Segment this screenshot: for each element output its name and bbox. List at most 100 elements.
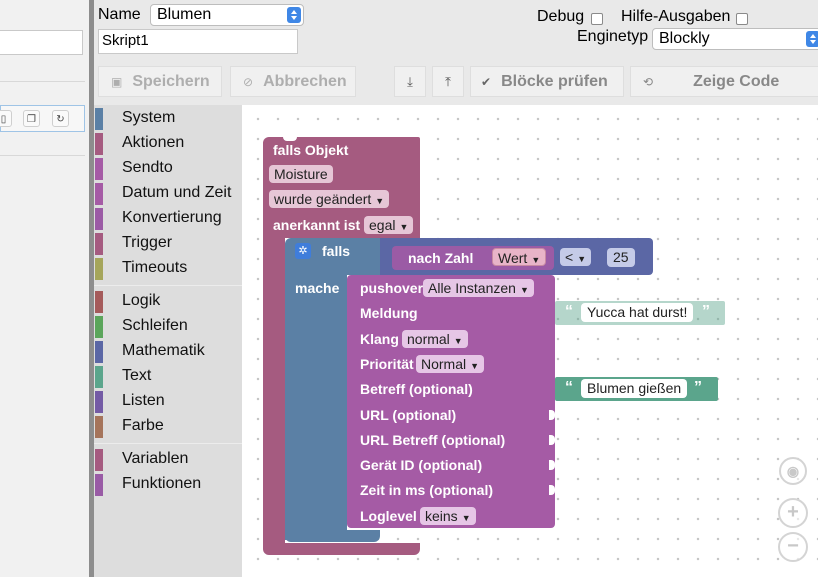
- name-label: Name: [98, 6, 141, 23]
- zoom-in-icon[interactable]: +: [778, 498, 808, 528]
- export-button[interactable]: ⤓: [394, 66, 426, 97]
- select-arrow-icon: [806, 31, 818, 47]
- category-color: [95, 208, 103, 230]
- refresh-icon[interactable]: ↻: [52, 110, 69, 127]
- empty-input-socket[interactable]: [549, 460, 555, 470]
- message-text-field[interactable]: Yucca hat durst!: [581, 303, 694, 322]
- engine-type-value: Blockly: [659, 30, 710, 47]
- subject-text-field[interactable]: Blumen gießen: [581, 379, 688, 398]
- script-search-input[interactable]: [0, 30, 83, 55]
- trash-icon[interactable]: ▯: [0, 110, 12, 127]
- toolbox-category-trigger[interactable]: Trigger: [94, 232, 242, 256]
- subject-label: Betreff (optional): [360, 381, 473, 397]
- cancel-button[interactable]: ⊘ Abbrechen: [230, 66, 356, 97]
- category-color: [95, 133, 103, 155]
- gear-icon[interactable]: ✲: [295, 243, 311, 259]
- category-color: [95, 158, 103, 180]
- debug-checkbox[interactable]: [591, 13, 603, 25]
- toolbox-category-functions[interactable]: Funktionen: [94, 473, 242, 497]
- device-id-label: Gerät ID (optional): [360, 457, 483, 473]
- toolbox-category-lists[interactable]: Listen: [94, 390, 242, 414]
- pushover-title: pushover: [360, 280, 424, 296]
- object-id-field[interactable]: Moisture: [269, 165, 333, 183]
- show-code-button[interactable]: ⟲ Zeige Code: [630, 66, 818, 97]
- operator-dropdown[interactable]: < ▼: [560, 248, 592, 266]
- select-arrow-icon: [287, 7, 301, 23]
- change-type-dropdown[interactable]: wurde geändert ▼: [269, 190, 390, 208]
- recenter-icon[interactable]: ◉: [779, 457, 807, 485]
- toolbox-category-sendto[interactable]: Sendto: [94, 157, 242, 181]
- sound-dropdown[interactable]: normal ▼: [402, 330, 468, 348]
- dropdown-arrow-icon: ▼: [519, 285, 529, 295]
- save-button[interactable]: ▣ Speichern: [98, 66, 222, 97]
- toolbox-category-actions[interactable]: Aktionen: [94, 132, 242, 156]
- import-button[interactable]: ⤒: [432, 66, 464, 97]
- toolbox-category-loops[interactable]: Schleifen: [94, 315, 242, 339]
- toolbox-category-text[interactable]: Text: [94, 365, 242, 389]
- empty-input-socket[interactable]: [549, 435, 555, 445]
- save-icon: ▣: [111, 75, 123, 89]
- ack-label: anerkannt ist: [273, 217, 361, 233]
- close-quote-icon: ”: [694, 379, 702, 396]
- list-divider: [0, 81, 85, 82]
- do-label: mache: [295, 280, 340, 296]
- debug-label: Debug: [537, 8, 585, 25]
- toolbox-category-logic[interactable]: Logik: [94, 290, 242, 314]
- list-divider: [0, 155, 85, 156]
- code-icon: ⟲: [643, 75, 654, 89]
- category-color: [95, 391, 103, 413]
- block-notch: [283, 136, 297, 141]
- blockly-toolbox: System Aktionen Sendto Datum und Zeit Ko…: [94, 105, 242, 577]
- pushover-instance-dropdown[interactable]: Alle Instanzen ▼: [423, 279, 534, 297]
- category-color: [95, 316, 103, 338]
- sound-label: Klang: [360, 331, 399, 347]
- download-icon: ⤓: [407, 74, 413, 89]
- name-select[interactable]: Blumen: [150, 4, 304, 26]
- toolbox-category-math[interactable]: Mathematik: [94, 340, 242, 364]
- help-output-checkbox[interactable]: [736, 13, 748, 25]
- toolbox-category-date-time[interactable]: Datum und Zeit: [94, 182, 242, 206]
- category-color: [95, 108, 103, 130]
- category-color: [95, 474, 103, 496]
- toolbox-category-system[interactable]: System: [94, 107, 242, 131]
- loglevel-dropdown[interactable]: keins ▼: [420, 507, 476, 525]
- category-color: [95, 416, 103, 438]
- upload-icon: ⤒: [445, 74, 451, 89]
- engine-type-select[interactable]: Blockly: [652, 28, 818, 50]
- cancel-icon: ⊘: [243, 75, 254, 89]
- name-value: Blumen: [157, 6, 212, 23]
- to-number-label: nach Zahl: [408, 250, 474, 266]
- script-tools-row: ▯ ❐ ↻: [0, 105, 85, 132]
- trigger-title: falls Objekt: [273, 142, 349, 158]
- toolbox-category-timeouts[interactable]: Timeouts: [94, 257, 242, 281]
- check-blocks-button[interactable]: ✔ Blöcke prüfen: [470, 66, 624, 97]
- zoom-out-icon[interactable]: −: [778, 532, 808, 562]
- dropdown-arrow-icon: ▼: [399, 222, 409, 232]
- category-color: [95, 233, 103, 255]
- category-color: [95, 291, 103, 313]
- message-label: Meldung: [360, 305, 418, 321]
- category-color: [95, 366, 103, 388]
- priority-label: Priorität: [360, 356, 414, 372]
- script-name-input[interactable]: Skript1: [98, 29, 298, 54]
- value-field-dropdown[interactable]: Wert ▼: [492, 248, 547, 266]
- dropdown-arrow-icon: ▼: [531, 255, 541, 265]
- priority-dropdown[interactable]: Normal ▼: [416, 355, 485, 373]
- toolbox-category-variables[interactable]: Variablen: [94, 448, 242, 472]
- number-value[interactable]: 25: [607, 248, 635, 267]
- if-block-spine: [285, 270, 347, 540]
- empty-input-socket[interactable]: [549, 410, 555, 420]
- engine-type-label: Enginetyp: [577, 28, 649, 45]
- ack-dropdown[interactable]: egal ▼: [364, 216, 414, 234]
- if-label: falls: [322, 243, 351, 259]
- blockly-workspace[interactable]: falls Objekt Moisture wurde geändert ▼ an…: [242, 105, 818, 577]
- toolbox-category-conversion[interactable]: Konvertierung: [94, 207, 242, 231]
- url-title-label: URL Betreff (optional): [360, 432, 506, 448]
- check-icon: ✔: [481, 75, 492, 89]
- dropdown-arrow-icon: ▼: [375, 196, 385, 206]
- copy-icon[interactable]: ❐: [23, 110, 40, 127]
- empty-input-socket[interactable]: [549, 485, 555, 495]
- toolbox-category-color[interactable]: Farbe: [94, 415, 242, 439]
- dropdown-arrow-icon: ▼: [453, 336, 463, 346]
- if-block-bottom: [285, 530, 380, 542]
